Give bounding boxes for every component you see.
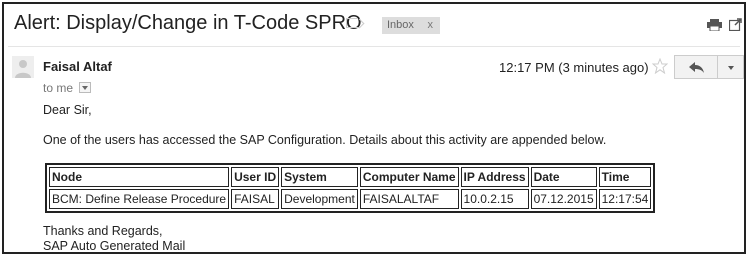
email-subject: Alert: Display/Change in T-Code SPRO [14, 12, 362, 34]
subject-bar: Alert: Display/Change in T-Code SPRO Inb… [4, 4, 744, 44]
sign-off-line-2: SAP Auto Generated Mail [43, 239, 186, 253]
reply-arrow-icon [689, 62, 704, 73]
column-header-computer-name: Computer Name [359, 167, 459, 187]
cell-date: 07.12.2015 [530, 189, 597, 209]
print-icon[interactable] [707, 19, 722, 31]
column-header-user-id: User ID [231, 167, 280, 187]
cell-time: 12:17:54 [598, 189, 652, 209]
activity-table: Node User ID System Computer Name IP Add… [45, 163, 656, 213]
column-header-time: Time [598, 167, 652, 187]
sign-off-line-1: Thanks and Regards, [43, 224, 163, 238]
sender-name[interactable]: Faisal Altaf [43, 59, 112, 74]
cell-user-id: FAISAL [231, 189, 280, 209]
reply-button[interactable] [674, 55, 718, 79]
cell-system: Development [281, 189, 358, 209]
email-window: Alert: Display/Change in T-Code SPRO Inb… [2, 2, 746, 254]
table-header-row: Node User ID System Computer Name IP Add… [49, 167, 652, 187]
greeting-text: Dear Sir, [43, 103, 92, 117]
label-important-icon[interactable] [346, 18, 358, 28]
header-divider [8, 46, 740, 47]
inbox-label-text: Inbox [387, 19, 414, 31]
cell-node: BCM: Define Release Procedure [49, 189, 230, 209]
recipient-details-dropdown[interactable] [79, 82, 91, 93]
table-row: BCM: Define Release Procedure FAISAL Dev… [49, 189, 652, 209]
inbox-label-tag[interactable]: Inbox x [382, 17, 440, 34]
column-header-node: Node [49, 167, 230, 187]
cell-ip-address: 10.0.2.15 [460, 189, 529, 209]
cell-computer-name: FAISALALTAF [359, 189, 459, 209]
column-header-date: Date [530, 167, 597, 187]
person-avatar-icon[interactable] [12, 56, 34, 78]
recipient-text: to me [43, 81, 74, 95]
remove-label-button[interactable]: x [428, 17, 434, 34]
email-timestamp: 12:17 PM (3 minutes ago) [499, 60, 649, 75]
new-window-icon[interactable] [729, 18, 742, 31]
star-outline-icon[interactable] [652, 58, 668, 74]
column-header-system: System [281, 167, 358, 187]
more-options-button[interactable] [718, 55, 744, 79]
intro-text: One of the users has accessed the SAP Co… [43, 133, 607, 147]
column-header-ip-address: IP Address [460, 167, 529, 187]
